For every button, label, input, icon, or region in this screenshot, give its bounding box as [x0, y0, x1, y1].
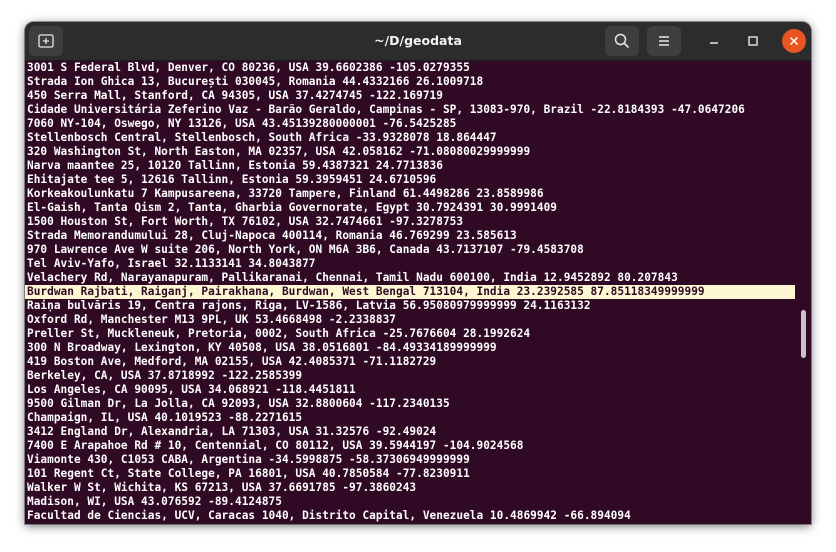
terminal-line: Strada Ion Ghica 13, București 030045, R…: [27, 75, 484, 88]
terminal-line: Oxford Rd, Manchester M13 9PL, UK 53.466…: [27, 313, 396, 326]
terminal-line: Velachery Rd, Narayanapuram, Pallikarana…: [27, 271, 678, 284]
terminal-window: ~/D/geodata 3001 S Federal Blvd, Denver,…: [25, 22, 811, 524]
window-title: ~/D/geodata: [374, 33, 462, 48]
terminal-line: Berkeley, CA, USA 37.8718992 -122.258539…: [27, 369, 303, 382]
search-icon: [614, 33, 630, 49]
terminal-line: Walker W St, Wichita, KS 67213, USA 37.6…: [27, 481, 417, 494]
terminal-line-highlighted: Burdwan Rajbati, Raiganj, Pairakhana, Bu…: [25, 285, 795, 299]
minimize-button[interactable]: [702, 29, 726, 53]
terminal-line: Los Angeles, CA 90095, USA 34.068921 -11…: [27, 383, 356, 396]
title-bar[interactable]: ~/D/geodata: [25, 22, 811, 61]
terminal-line: 1500 Houston St, Fort Worth, TX 76102, U…: [27, 215, 464, 228]
menu-button[interactable]: [647, 26, 681, 56]
terminal-output[interactable]: 3001 S Federal Blvd, Denver, CO 80236, U…: [25, 61, 811, 524]
new-tab-button[interactable]: [29, 26, 63, 56]
terminal-line: 970 Lawrence Ave W suite 206, North York…: [27, 243, 584, 256]
search-button[interactable]: [605, 26, 639, 56]
terminal-line: 9500 Gilman Dr, La Jolla, CA 92093, USA …: [27, 397, 450, 410]
terminal-line: Raiņa bulvāris 19, Centra rajons, Riga, …: [27, 299, 591, 312]
minimize-icon: [710, 42, 718, 44]
hamburger-menu-icon: [659, 36, 669, 46]
terminal-line: 7060 NY-104, Oswego, NY 13126, USA 43.45…: [27, 117, 457, 130]
terminal-line: Champaign, IL, USA 40.1019523 -88.227161…: [27, 411, 303, 424]
terminal-line: 101 Regent Ct, State College, PA 16801, …: [27, 467, 470, 480]
maximize-button[interactable]: [741, 29, 765, 53]
maximize-icon: [748, 36, 758, 46]
terminal-line: 300 N Broadway, Lexington, KY 40508, USA…: [27, 341, 497, 354]
terminal-line: Ehitajate tee 5, 12616 Tallinn, Estonia …: [27, 173, 437, 186]
terminal-lines: 3001 S Federal Blvd, Denver, CO 80236, U…: [25, 61, 795, 523]
terminal-line: 3412 England Dr, Alexandria, LA 71303, U…: [27, 425, 437, 438]
terminal-line: El-Gaish, Tanta Qism 2, Tanta, Gharbia G…: [27, 201, 558, 214]
terminal-line: 320 Washington St, North Easton, MA 0235…: [27, 145, 531, 158]
close-button[interactable]: [782, 29, 806, 53]
close-icon: [789, 36, 799, 46]
scrollbar-thumb[interactable]: [801, 310, 806, 358]
terminal-line: 419 Boston Ave, Medford, MA 02155, USA 4…: [27, 355, 437, 368]
terminal-line: Tel Aviv-Yafo, Israel 32.1133141 34.8043…: [27, 257, 316, 270]
terminal-line: Facultad de Ciencias, UCV, Caracas 1040,…: [27, 509, 631, 522]
terminal-line: Preller St, Muckleneuk, Pretoria, 0002, …: [27, 327, 531, 340]
terminal-line: 450 Serra Mall, Stanford, CA 94305, USA …: [27, 89, 443, 102]
new-tab-icon: [38, 34, 54, 48]
terminal-line: Narva maantee 25, 10120 Tallinn, Estonia…: [27, 159, 443, 172]
terminal-line: Stellenbosch Central, Stellenbosch, Sout…: [27, 131, 497, 144]
terminal-line: Viamonte 430, C1053 CABA, Argentina -34.…: [27, 453, 470, 466]
terminal-line: Korkeakoulunkatu 7 Kampusareena, 33720 T…: [27, 187, 544, 200]
terminal-line: 3001 S Federal Blvd, Denver, CO 80236, U…: [27, 61, 470, 74]
terminal-line: Madison, WI, USA 43.076592 -89.4124875: [27, 495, 282, 508]
terminal-line: 7400 E Arapahoe Rd # 10, Centennial, CO …: [27, 439, 524, 452]
terminal-line: Cidade Universitária Zeferino Vaz - Barã…: [27, 103, 745, 116]
terminal-line: Strada Memorandumului 28, Cluj-Napoca 40…: [27, 229, 517, 242]
